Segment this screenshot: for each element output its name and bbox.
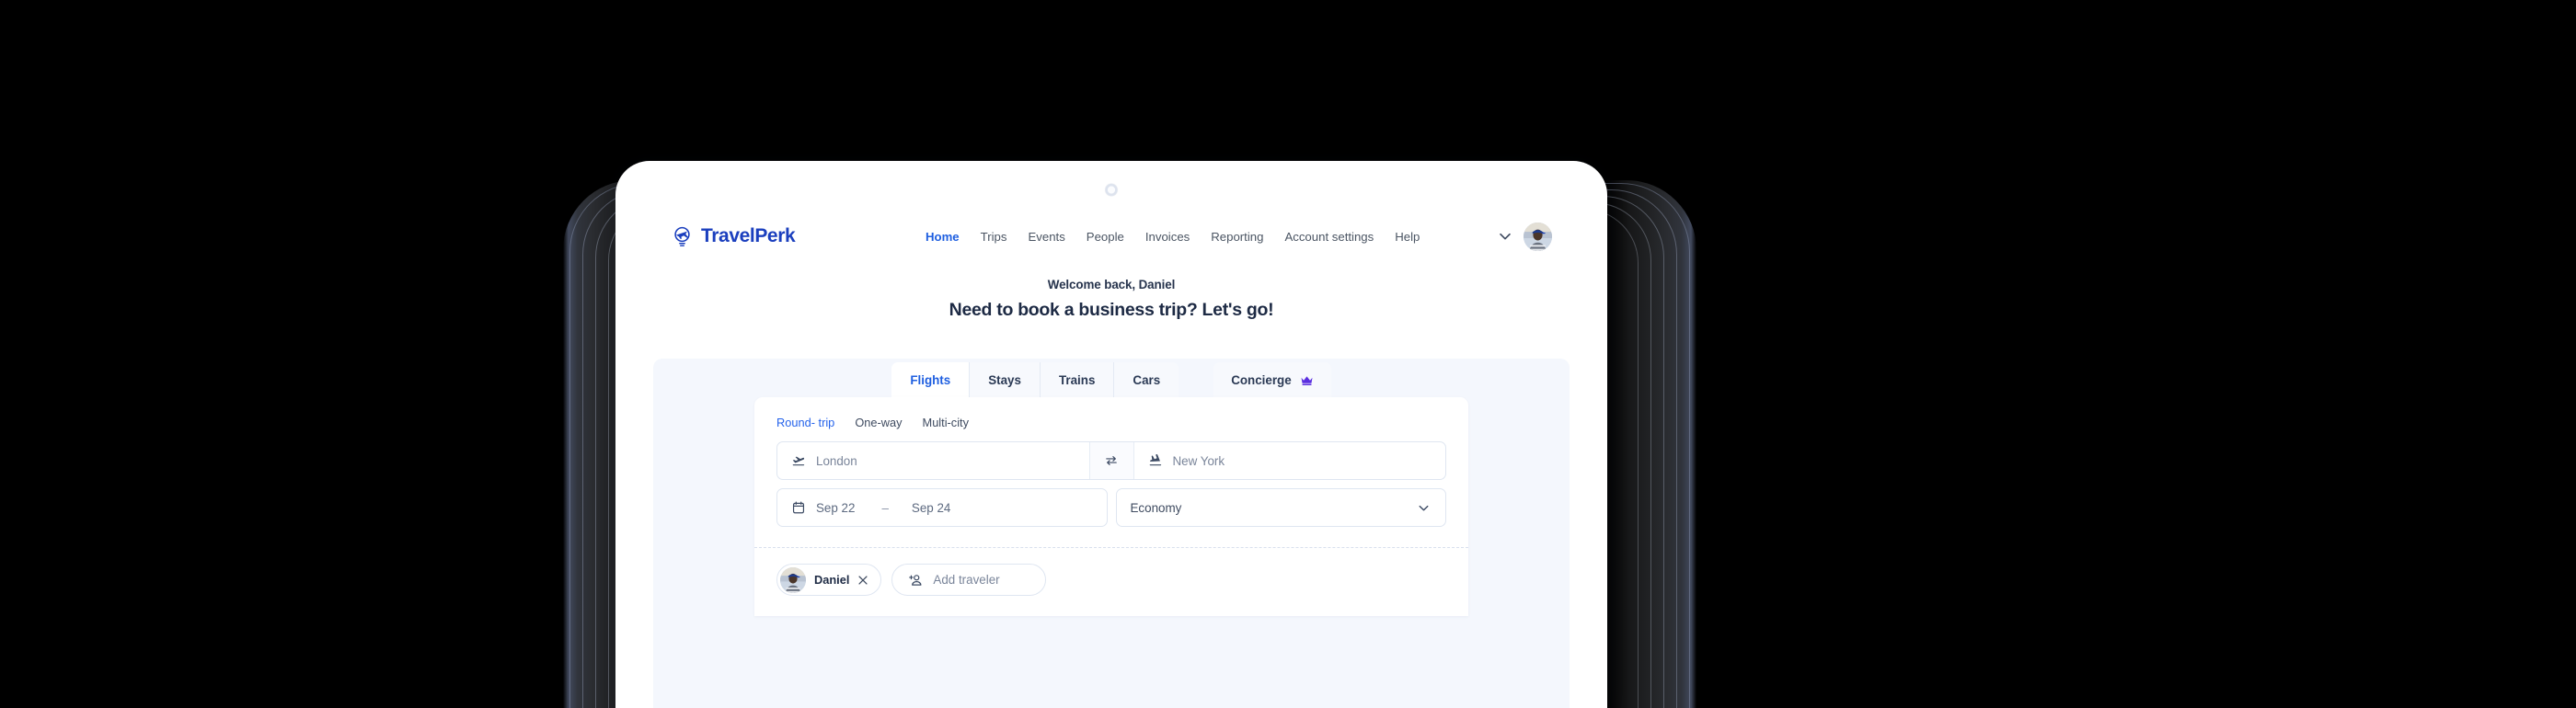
camera-sensor-icon (1105, 184, 1118, 196)
nav-item-help[interactable]: Help (1395, 230, 1420, 244)
device-frame: TravelPerk Home Trips Events People Invo… (618, 164, 1604, 708)
lightbulb-airplane-icon (674, 226, 690, 246)
header-right-group (1497, 222, 1552, 251)
cabin-class-value: Economy (1130, 500, 1182, 515)
page-title: Need to book a business trip? Let's go! (949, 300, 1274, 320)
nav-item-account-settings[interactable]: Account settings (1284, 230, 1374, 244)
nav-item-trips[interactable]: Trips (981, 230, 1007, 244)
tab-flights[interactable]: Flights (891, 362, 971, 397)
origin-value: London (816, 453, 857, 468)
nav-item-home[interactable]: Home (926, 230, 960, 244)
close-icon[interactable] (857, 575, 868, 586)
traveler-row: Daniel Add traveler (776, 548, 1446, 616)
avatar[interactable] (1524, 222, 1552, 251)
add-traveler-button[interactable]: Add traveler (891, 564, 1047, 596)
nav-item-invoices[interactable]: Invoices (1145, 230, 1190, 244)
user-avatar-photo (1524, 222, 1552, 251)
nav-item-reporting[interactable]: Reporting (1211, 230, 1263, 244)
origin-input[interactable]: London (777, 442, 1089, 479)
user-avatar-photo (780, 566, 806, 593)
traveler-chip[interactable]: Daniel (776, 564, 882, 596)
swap-arrows-icon (1106, 456, 1117, 465)
add-person-icon (909, 574, 922, 586)
screenshot-stage: TravelPerk Home Trips Events People Invo… (0, 0, 2576, 708)
welcome-block: Welcome back, Daniel Need to book a busi… (618, 278, 1604, 321)
detail-row: Sep 22 – Sep 24 Economy (776, 488, 1446, 547)
main-navigation: Home Trips Events People Invoices Report… (926, 230, 1420, 244)
traveler-name: Daniel (814, 573, 850, 587)
trip-type-multi-city[interactable]: Multi-city (923, 416, 969, 429)
tab-trains[interactable]: Trains (1040, 362, 1115, 397)
add-traveler-label: Add traveler (933, 573, 1000, 587)
date-end: Sep 24 (911, 500, 951, 515)
cabin-class-select[interactable]: Economy (1115, 488, 1446, 527)
app-header: TravelPerk Home Trips Events People Invo… (618, 206, 1604, 267)
route-row: London New York (776, 441, 1446, 480)
crown-icon (1301, 375, 1313, 385)
tab-concierge-label: Concierge (1231, 372, 1292, 387)
tab-stays[interactable]: Stays (970, 362, 1041, 397)
avatar (780, 566, 806, 593)
date-start: Sep 22 (816, 500, 856, 515)
chevron-down-icon[interactable] (1497, 228, 1513, 245)
date-range-picker[interactable]: Sep 22 – Sep 24 (776, 488, 1108, 527)
chevron-down-icon (1419, 505, 1429, 510)
tab-cars[interactable]: Cars (1114, 362, 1179, 397)
destination-input[interactable]: New York (1134, 442, 1446, 479)
welcome-greeting: Welcome back, Daniel (1047, 278, 1176, 291)
destination-value: New York (1172, 453, 1225, 468)
trip-type-group: Round- trip One-way Multi-city (776, 416, 1446, 429)
booking-tabbar: Flights Stays Trains Cars Concierge (618, 362, 1604, 397)
calendar-icon (792, 501, 805, 514)
trip-type-one-way[interactable]: One-way (855, 416, 902, 429)
date-separator: – (881, 500, 889, 515)
flight-search-card: Round- trip One-way Multi-city London Ne… (754, 397, 1468, 616)
swap-button[interactable] (1088, 442, 1134, 479)
flight-takeoff-icon (792, 456, 805, 466)
booking-tabs: Flights Stays Trains Cars (891, 362, 1179, 397)
flight-landing-icon (1149, 454, 1161, 466)
tab-concierge[interactable]: Concierge (1213, 362, 1331, 397)
brand-logo[interactable]: TravelPerk (671, 225, 796, 248)
nav-item-people[interactable]: People (1087, 230, 1124, 244)
brand-name: TravelPerk (701, 225, 796, 246)
trip-type-round-trip[interactable]: Round- trip (776, 416, 834, 429)
nav-item-events[interactable]: Events (1028, 230, 1064, 244)
